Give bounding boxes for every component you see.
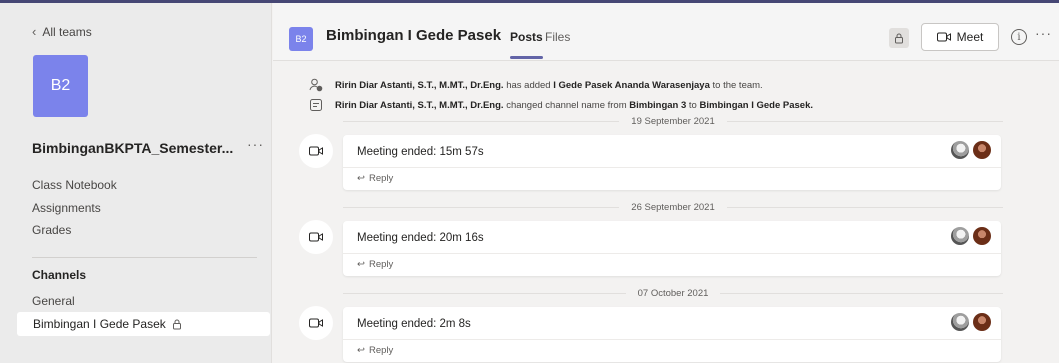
participants (951, 313, 991, 331)
nav-class-notebook[interactable]: Class Notebook (32, 178, 117, 192)
person-add-icon (309, 78, 323, 92)
avatar[interactable] (973, 141, 991, 159)
reply-arrow-icon: ↩ (357, 173, 365, 184)
system-message: Ririn Diar Astanti, S.T., M.MT., Dr.Eng.… (309, 78, 763, 92)
info-icon[interactable]: i (1011, 29, 1027, 45)
team-avatar[interactable]: B2 (33, 55, 88, 117)
private-channel-lock-icon (889, 28, 909, 48)
chevron-left-icon: ‹ (32, 24, 37, 39)
lock-icon (172, 319, 181, 329)
channel-header: B2 Bimbingan I Gede Pasek Posts Files Me… (273, 3, 1059, 61)
meeting-title: Meeting ended: 20m 16s (357, 232, 484, 244)
reply-button[interactable]: ↩ Reply (357, 345, 393, 356)
date-separator: 26 September 2021 (343, 201, 1004, 213)
channel-bimbingan-active[interactable]: Bimbingan I Gede Pasek (17, 312, 270, 336)
posts-feed: Ririn Diar Astanti, S.T., M.MT., Dr.Eng.… (273, 62, 1059, 363)
meeting-call-icon (299, 134, 333, 168)
video-camera-icon (936, 32, 951, 42)
channel-rename-icon (310, 99, 322, 111)
date-separator: 07 October 2021 (343, 287, 1003, 299)
reply-button[interactable]: ↩ Reply (357, 259, 393, 270)
avatar[interactable] (951, 227, 969, 245)
meeting-call-icon (299, 306, 333, 340)
reply-arrow-icon: ↩ (357, 345, 365, 356)
tab-files[interactable]: Files (545, 30, 570, 44)
message-actor: Ririn Diar Astanti, S.T., M.MT., Dr.Eng. (335, 99, 504, 111)
channel-general[interactable]: General (32, 294, 75, 308)
team-sidebar: ‹ All teams B2 BimbinganBKPTA_Semester..… (0, 3, 272, 363)
meeting-call-icon (299, 220, 333, 254)
channel-title: Bimbingan I Gede Pasek (326, 27, 502, 44)
participants (951, 227, 991, 245)
system-message: Ririn Diar Astanti, S.T., M.MT., Dr.Eng.… (309, 98, 813, 112)
meeting-card[interactable]: Meeting ended: 15m 57s ↩ Reply (343, 135, 1001, 190)
tab-posts[interactable]: Posts (510, 30, 543, 59)
all-teams-label: All teams (42, 24, 92, 39)
avatar[interactable] (951, 313, 969, 331)
channel-avatar: B2 (289, 27, 313, 51)
nav-grades[interactable]: Grades (32, 223, 71, 237)
nav-assignments[interactable]: Assignments (32, 201, 101, 215)
meeting-title: Meeting ended: 15m 57s (357, 146, 484, 158)
reply-arrow-icon: ↩ (357, 259, 365, 270)
avatar[interactable] (973, 227, 991, 245)
channel-label: Bimbingan I Gede Pasek (33, 317, 166, 331)
reply-button[interactable]: ↩ Reply (357, 173, 393, 184)
participants (951, 141, 991, 159)
sidebar-divider (32, 257, 257, 258)
meeting-card[interactable]: Meeting ended: 2m 8s ↩ Reply (343, 307, 1001, 362)
meeting-title: Meeting ended: 2m 8s (357, 318, 471, 330)
message-actor: Ririn Diar Astanti, S.T., M.MT., Dr.Eng. (335, 79, 504, 91)
all-teams-link[interactable]: ‹ All teams (32, 24, 92, 39)
meeting-card[interactable]: Meeting ended: 20m 16s ↩ Reply (343, 221, 1001, 276)
channels-heading: Channels (32, 268, 87, 282)
avatar[interactable] (951, 141, 969, 159)
header-more-options-icon[interactable]: ··· (1035, 25, 1052, 41)
message-target: I Gede Pasek Ananda Warasenjaya (553, 79, 710, 91)
team-name[interactable]: BimbinganBKPTA_Semester... (32, 140, 242, 156)
avatar[interactable] (973, 313, 991, 331)
meet-label: Meet (956, 30, 984, 44)
meet-button[interactable]: Meet (921, 23, 999, 51)
team-more-options-icon[interactable]: ··· (247, 136, 264, 152)
date-separator: 19 September 2021 (343, 115, 1004, 127)
